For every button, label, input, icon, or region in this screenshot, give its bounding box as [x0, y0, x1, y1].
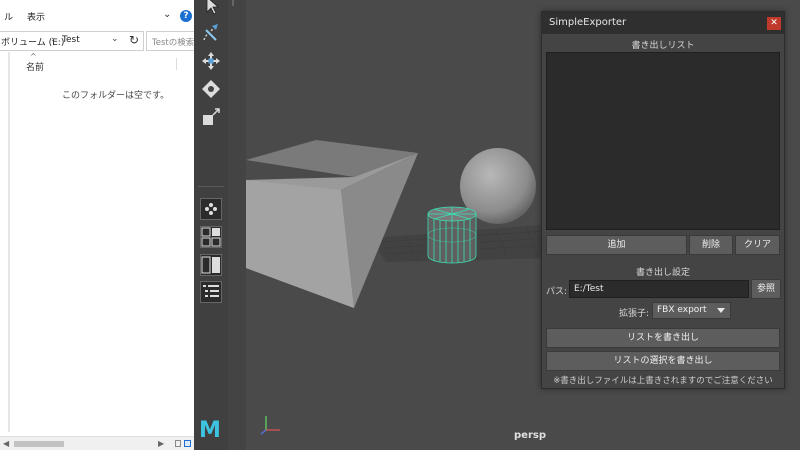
toolbox-separator — [198, 186, 224, 187]
export-list-box[interactable] — [546, 52, 780, 230]
menu-file[interactable]: ル — [4, 10, 13, 23]
single-perspective-layout-icon[interactable] — [200, 198, 222, 220]
scale-tool-icon[interactable] — [200, 106, 222, 128]
paint-select-tool-icon[interactable] — [200, 22, 222, 44]
address-bar[interactable]: ボリューム (E:) › Test ⌄ ↻ — [0, 31, 144, 51]
select-tool-icon[interactable] — [200, 0, 222, 16]
outliner-layout-icon[interactable] — [200, 281, 222, 303]
toolbox-side-strip — [228, 0, 247, 450]
breadcrumb-separator: › — [51, 35, 55, 45]
two-pane-layout-icon[interactable] — [200, 254, 222, 276]
column-divider[interactable] — [176, 58, 177, 70]
menu-view[interactable]: 表示 — [27, 10, 45, 23]
extension-value: FBX export — [657, 305, 707, 315]
browse-button[interactable]: 参照 — [751, 279, 781, 299]
file-explorer-window: ル 表示 ⌄ ? ボリューム (E:) › Test ⌄ ↻ Testの検索 ^… — [0, 0, 195, 450]
breadcrumb-folder[interactable]: Test — [62, 35, 80, 45]
view-axis-indicator — [258, 408, 288, 441]
rotate-tool-icon[interactable] — [200, 78, 222, 100]
export-list-button[interactable]: リストを書き出し — [546, 328, 780, 348]
box-mesh[interactable] — [246, 140, 418, 308]
export-settings-header: 書き出し設定 — [635, 268, 690, 278]
simple-exporter-window: SimpleExporter ✕ 書き出しリスト 追加 削除 クリア 書き出し設… — [541, 11, 785, 389]
close-icon[interactable]: ✕ — [767, 17, 781, 30]
exporter-title-bar[interactable]: SimpleExporter ✕ — [542, 12, 784, 34]
four-view-layout-icon[interactable] — [200, 226, 222, 248]
empty-folder-message: このフォルダーは空です。 — [62, 91, 170, 101]
breadcrumb-drive[interactable]: ボリューム (E:) — [1, 35, 64, 48]
scroll-left-arrow-icon[interactable]: ◀ — [3, 439, 9, 448]
help-icon[interactable]: ? — [180, 10, 192, 22]
scrollbar-thumb[interactable] — [14, 441, 64, 447]
window-title: SimpleExporter — [549, 17, 627, 28]
scroll-right-arrow-icon[interactable]: ▶ — [158, 439, 164, 448]
overwrite-warning-note: ※書き出しファイルは上書きされますのでご注意ください — [553, 376, 773, 386]
dropdown-arrow-icon — [717, 308, 725, 313]
horizontal-scrollbar[interactable]: ◀ ▶ — [0, 436, 194, 450]
address-dropdown-icon[interactable]: ⌄ — [111, 34, 119, 44]
search-placeholder: Testの検索 — [152, 38, 195, 48]
clear-button[interactable]: クリア — [735, 235, 780, 255]
export-list-header: 書き出しリスト — [631, 41, 695, 51]
column-header-name[interactable]: 名前 — [26, 60, 44, 73]
details-view-icon[interactable] — [175, 440, 181, 447]
path-label: パス: — [546, 287, 568, 297]
explorer-menu-bar: ル 表示 ⌄ ? — [0, 0, 194, 30]
search-input[interactable]: Testの検索 — [146, 31, 195, 51]
delete-button[interactable]: 削除 — [689, 235, 733, 255]
add-button[interactable]: 追加 — [546, 235, 687, 255]
refresh-icon[interactable]: ↻ — [129, 33, 139, 47]
large-icons-view-icon[interactable] — [184, 440, 191, 447]
move-tool-icon[interactable] — [200, 50, 222, 72]
path-value: E:/Test — [574, 284, 604, 294]
selected-cylinder-mesh[interactable] — [427, 206, 477, 264]
export-selected-button[interactable]: リストの選択を書き出し — [546, 351, 780, 371]
view-mode-switch — [175, 439, 191, 449]
maya-toolbox: M — [194, 0, 229, 450]
camera-label: persp — [514, 430, 546, 441]
extension-select[interactable]: FBX export — [652, 302, 731, 319]
navigation-pane-edge — [8, 52, 10, 432]
extension-label: 拡張子: — [619, 309, 650, 319]
strip-marker — [232, 0, 234, 6]
path-input[interactable]: E:/Test — [569, 280, 749, 298]
expand-ribbon-chevron-icon[interactable]: ⌄ — [163, 9, 171, 20]
maya-logo-icon: M — [199, 418, 221, 443]
